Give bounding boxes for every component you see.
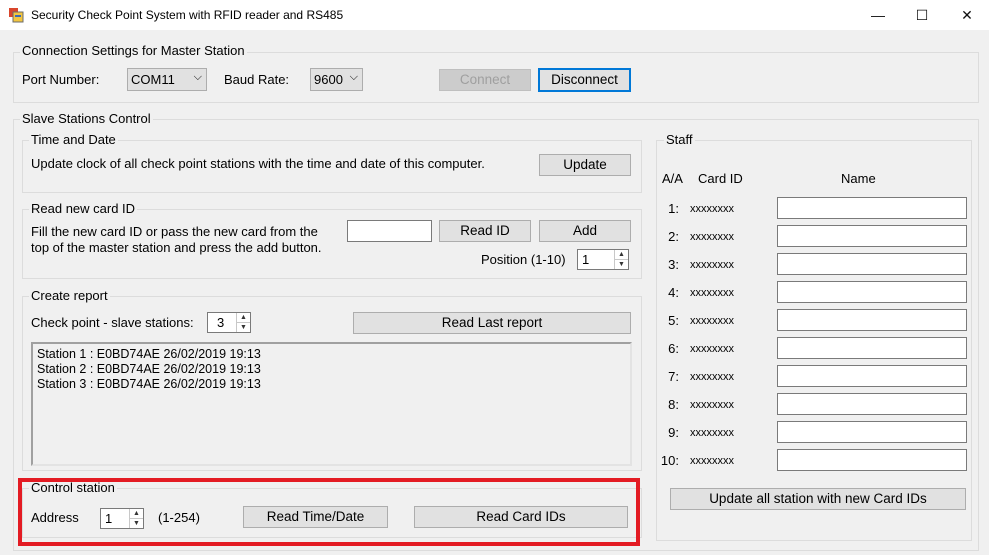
read-card-description-line2: top of the master station and press the … <box>31 240 322 255</box>
staff-name-input[interactable] <box>777 449 967 471</box>
staff-row-number: 2: <box>668 229 679 244</box>
staff-card-id: xxxxxxxx <box>690 315 734 327</box>
checkpoint-stepper[interactable]: 3 ▲ ▼ <box>207 312 251 333</box>
staff-row-number: 10: <box>660 453 679 468</box>
report-line: Station 2 : E0BD74AE 26/02/2019 19:13 <box>37 362 261 376</box>
read-card-label: Read new card ID <box>29 201 138 216</box>
app-icon <box>9 8 24 23</box>
update-all-stations-button[interactable]: Update all station with new Card IDs <box>670 488 966 510</box>
spin-down-icon[interactable]: ▼ <box>237 323 250 333</box>
create-report-label: Create report <box>29 288 110 303</box>
report-line: Station 1 : E0BD74AE 26/02/2019 19:13 <box>37 347 261 361</box>
staff-row-number: 1: <box>668 201 679 216</box>
staff-row-number: 5: <box>668 313 679 328</box>
close-icon[interactable]: ✕ <box>944 0 989 30</box>
spin-buttons[interactable]: ▲ ▼ <box>614 250 628 269</box>
read-last-report-button[interactable]: Read Last report <box>353 312 631 334</box>
maximize-icon[interactable]: ☐ <box>899 0 945 30</box>
baud-rate-select[interactable]: 9600 ⌵ <box>310 68 363 91</box>
staff-card-id: xxxxxxxx <box>690 343 734 355</box>
staff-row-number: 9: <box>668 425 679 440</box>
staff-label: Staff <box>664 132 695 147</box>
staff-card-id: xxxxxxxx <box>690 231 734 243</box>
staff-row-number: 7: <box>668 369 679 384</box>
staff-name-input[interactable] <box>777 197 967 219</box>
report-listbox[interactable]: Station 1 : E0BD74AE 26/02/2019 19:13 St… <box>31 342 632 466</box>
spin-down-icon[interactable]: ▼ <box>615 260 628 270</box>
staff-name-input[interactable] <box>777 365 967 387</box>
staff-card-id: xxxxxxxx <box>690 259 734 271</box>
staff-row-number: 4: <box>668 285 679 300</box>
update-time-button[interactable]: Update <box>539 154 631 176</box>
disconnect-button[interactable]: Disconnect <box>538 68 631 92</box>
spin-buttons[interactable]: ▲ ▼ <box>236 313 250 332</box>
staff-name-input[interactable] <box>777 281 967 303</box>
staff-name-input[interactable] <box>777 421 967 443</box>
staff-card-id: xxxxxxxx <box>690 455 734 467</box>
connection-settings-label: Connection Settings for Master Station <box>20 43 247 58</box>
chevron-down-icon: ⌵ <box>349 71 358 83</box>
window-title: Security Check Point System with RFID re… <box>31 8 344 22</box>
port-number-value: COM11 <box>131 72 175 87</box>
read-id-button[interactable]: Read ID <box>439 220 531 242</box>
highlight-box <box>18 478 640 546</box>
baud-rate-label: Baud Rate: <box>224 72 290 87</box>
column-card-id: Card ID <box>698 171 743 186</box>
title-bar: Security Check Point System with RFID re… <box>0 0 989 30</box>
staff-row-number: 3: <box>668 257 679 272</box>
baud-rate-value: 9600 <box>314 72 343 87</box>
staff-row-number: 6: <box>668 341 679 356</box>
card-id-input[interactable] <box>347 220 432 242</box>
column-aa: A/A <box>662 171 683 186</box>
slave-stations-label: Slave Stations Control <box>20 111 153 126</box>
spin-up-icon[interactable]: ▲ <box>615 250 628 260</box>
staff-name-input[interactable] <box>777 337 967 359</box>
staff-name-input[interactable] <box>777 309 967 331</box>
staff-card-id: xxxxxxxx <box>690 203 734 215</box>
spin-up-icon[interactable]: ▲ <box>237 313 250 323</box>
connect-button[interactable]: Connect <box>439 69 531 91</box>
staff-name-input[interactable] <box>777 253 967 275</box>
minimize-icon[interactable]: — <box>855 0 901 30</box>
staff-card-id: xxxxxxxx <box>690 287 734 299</box>
staff-row-number: 8: <box>668 397 679 412</box>
position-value: 1 <box>582 252 590 267</box>
report-line: Station 3 : E0BD74AE 26/02/2019 19:13 <box>37 377 261 391</box>
add-button[interactable]: Add <box>539 220 631 242</box>
staff-card-id: xxxxxxxx <box>690 399 734 411</box>
staff-card-id: xxxxxxxx <box>690 427 734 439</box>
column-name: Name <box>841 171 876 186</box>
chevron-down-icon: ⌵ <box>193 71 202 83</box>
time-date-label: Time and Date <box>29 132 118 147</box>
staff-card-id: xxxxxxxx <box>690 371 734 383</box>
read-card-description-line1: Fill the new card ID or pass the new car… <box>31 224 318 239</box>
position-label: Position (1-10) <box>481 252 566 267</box>
time-date-description: Update clock of all check point stations… <box>31 156 485 171</box>
port-number-label: Port Number: <box>22 72 100 87</box>
staff-name-input[interactable] <box>777 393 967 415</box>
staff-name-input[interactable] <box>777 225 967 247</box>
position-stepper[interactable]: 1 ▲ ▼ <box>577 249 629 270</box>
checkpoint-value: 3 <box>217 315 225 330</box>
checkpoint-label: Check point - slave stations: <box>31 315 194 330</box>
port-number-select[interactable]: COM11 ⌵ <box>127 68 207 91</box>
